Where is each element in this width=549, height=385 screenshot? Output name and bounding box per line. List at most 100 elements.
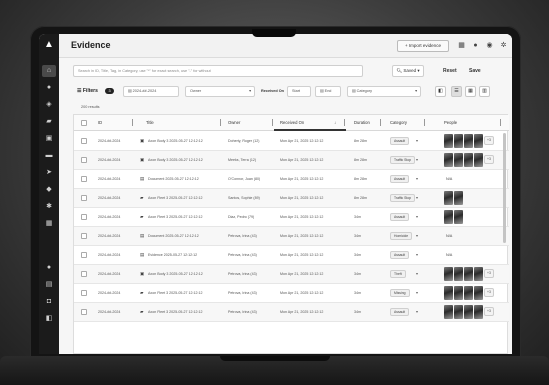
sort-descending-icon[interactable]: ↓ <box>334 120 336 125</box>
category-tag[interactable]: Traffic Stop <box>390 156 416 164</box>
table-row[interactable]: 2024-##-2024 ▤ Document 2025-05-27 12:12:1… <box>74 170 509 189</box>
layers-icon[interactable]: ◈ <box>45 101 53 109</box>
people-thumbnails[interactable]: +3 <box>444 305 494 320</box>
table-row[interactable]: 2024-##-2024 ▣ Axon Body 3 2025-05-27 12:1… <box>74 132 509 151</box>
column-resize-handle[interactable] <box>220 119 221 126</box>
row-checkbox[interactable] <box>81 176 87 182</box>
column-header-people[interactable]: People <box>444 120 457 125</box>
chevron-down-icon[interactable]: ▾ <box>416 138 418 143</box>
table-row[interactable]: 2024-##-2024 ▰ Axon Fleet 3 2025-05-27 12:… <box>74 208 509 227</box>
row-title[interactable]: Axon Body 3 2025-05-27 12:12:12 <box>148 158 222 162</box>
table-row[interactable]: 2024-##-2024 ▣ Axon Body 3 2025-05-27 12:1… <box>74 265 509 284</box>
column-header-category[interactable]: Category <box>390 120 407 125</box>
category-tag[interactable]: Traffic Stop <box>390 194 416 202</box>
column-header-id[interactable]: ID <box>98 120 102 125</box>
view-columns-button[interactable]: ▥ <box>479 86 490 97</box>
date-range-field[interactable]: ▤ 2024-##-2024 <box>123 86 179 97</box>
person-thumbnail[interactable] <box>444 153 453 167</box>
select-all-checkbox[interactable] <box>81 120 87 126</box>
grid-icon[interactable]: ▦ <box>457 41 466 50</box>
chevron-down-icon[interactable]: ▾ <box>416 309 418 314</box>
filters-toggle[interactable]: ☰ Filters <box>77 88 98 94</box>
chevron-down-icon[interactable]: ▾ <box>416 271 418 276</box>
row-title[interactable]: Axon Fleet 3 2025-05-27 12:12:12 <box>148 215 222 219</box>
row-title[interactable]: Axon Body 3 2025-05-27 12:12:12 <box>148 272 222 276</box>
row-checkbox[interactable] <box>81 138 87 144</box>
table-row[interactable]: 2024-##-2024 ▰ Axon Fleet 3 2025-05-27 12:… <box>74 303 509 322</box>
category-tag[interactable]: Assault <box>390 213 410 221</box>
row-checkbox[interactable] <box>81 271 87 277</box>
search-input[interactable]: Search in ID, Title, Tag, in Category, u… <box>73 65 363 77</box>
person-thumbnail[interactable] <box>464 153 473 167</box>
import-evidence-button[interactable]: + Import evidence <box>397 40 449 52</box>
table-row[interactable]: 2024-##-2024 ▤ Document 2025-05-27 12:12:1… <box>74 227 509 246</box>
user-icon[interactable]: ● <box>471 41 480 50</box>
dashboard-icon[interactable]: ● <box>45 84 53 92</box>
category-tag[interactable]: Assault <box>390 308 410 316</box>
person-thumbnail[interactable] <box>464 267 473 281</box>
more-people-badge[interactable]: +3 <box>484 136 494 145</box>
column-resize-handle[interactable] <box>132 119 133 126</box>
list-icon[interactable]: ▬ <box>45 152 53 160</box>
folder-icon[interactable]: ▣ <box>45 135 53 143</box>
row-checkbox[interactable] <box>81 290 87 296</box>
row-title[interactable]: Axon Fleet 3 2025-05-27 12:12:12 <box>148 291 222 295</box>
row-checkbox[interactable] <box>81 309 87 315</box>
start-date-field[interactable]: Start <box>287 86 311 97</box>
category-tag[interactable]: Homicide <box>390 232 413 240</box>
person-thumbnail[interactable] <box>454 153 463 167</box>
chevron-down-icon[interactable]: ▾ <box>416 252 418 257</box>
person-thumbnail[interactable] <box>464 286 473 300</box>
people-thumbnails[interactable]: +3 <box>444 153 494 168</box>
chevron-down-icon[interactable]: ▾ <box>416 290 418 295</box>
row-title[interactable]: Document 2025-05-27 12:12:12 <box>148 177 222 181</box>
category-tag[interactable]: Missing <box>390 289 410 297</box>
category-tag[interactable]: Assault <box>390 251 410 259</box>
more-people-badge[interactable]: +3 <box>484 307 494 316</box>
person-thumbnail[interactable] <box>454 267 463 281</box>
column-header-owner[interactable]: Owner <box>228 120 240 125</box>
more-people-badge[interactable]: +3 <box>484 269 494 278</box>
column-resize-handle[interactable] <box>424 119 425 126</box>
table-scrollbar[interactable] <box>503 133 506 243</box>
send-icon[interactable]: ➤ <box>45 169 53 177</box>
person-thumbnail[interactable] <box>444 210 453 224</box>
people-thumbnails[interactable]: +3 <box>444 267 494 282</box>
people-thumbnails[interactable] <box>444 191 464 206</box>
person-thumbnail[interactable] <box>464 305 473 319</box>
table-row[interactable]: 2024-##-2024 ▰ Axon Fleet 3 2025-05-27 12:… <box>74 284 509 303</box>
location-icon[interactable]: ◆ <box>45 186 53 194</box>
view-split-button[interactable]: ◧ <box>435 86 446 97</box>
grid-icon[interactable]: ▦ <box>45 220 53 228</box>
saved-searches-button[interactable]: 🔍︎ Saved ▾ <box>392 65 424 77</box>
person-thumbnail[interactable] <box>454 134 463 148</box>
save-button[interactable]: Save <box>469 68 481 74</box>
row-title[interactable]: Evidence 2025-05-27 12:12:12 <box>148 253 222 257</box>
column-header-duration[interactable]: Duration <box>354 120 370 125</box>
row-title[interactable]: Axon Fleet 3 2025-05-27 12:12:12 <box>148 196 222 200</box>
chevron-down-icon[interactable]: ▾ <box>416 214 418 219</box>
person-thumbnail[interactable] <box>444 191 453 205</box>
row-checkbox[interactable] <box>81 195 87 201</box>
column-resize-handle[interactable] <box>380 119 381 126</box>
person-thumbnail[interactable] <box>474 305 483 319</box>
more-people-badge[interactable]: +3 <box>484 288 494 297</box>
chevron-down-icon[interactable]: ▾ <box>416 176 418 181</box>
home-icon[interactable]: ⌂ <box>45 67 53 75</box>
table-row[interactable]: 2024-##-2024 ▣ Axon Body 3 2025-05-27 12:1… <box>74 151 509 170</box>
people-thumbnails[interactable]: +3 <box>444 134 494 149</box>
car-icon[interactable]: ▰ <box>45 118 53 126</box>
view-list-button[interactable]: ☰ <box>451 86 462 97</box>
document-icon[interactable]: ▤ <box>45 281 53 289</box>
column-resize-handle[interactable] <box>344 119 345 126</box>
row-checkbox[interactable] <box>81 157 87 163</box>
category-tag[interactable]: Assault <box>390 175 410 183</box>
person-thumbnail[interactable] <box>444 134 453 148</box>
person-thumbnail[interactable] <box>474 134 483 148</box>
row-title[interactable]: Document 2025-05-27 12:12:12 <box>148 234 222 238</box>
row-checkbox[interactable] <box>81 252 87 258</box>
chevron-down-icon[interactable]: ▾ <box>416 157 418 162</box>
lock-icon[interactable]: ◘ <box>45 298 53 306</box>
end-date-field[interactable]: ▤ End <box>315 86 341 97</box>
more-people-badge[interactable]: +3 <box>484 155 494 164</box>
